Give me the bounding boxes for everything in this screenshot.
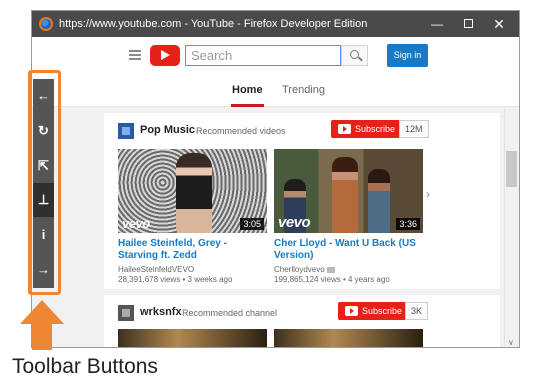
video-thumbnail[interactable]: vevo 3:36 <box>274 149 423 233</box>
shelf-next-icon[interactable]: › <box>426 187 430 201</box>
firefox-icon <box>39 17 53 31</box>
shelf-subtitle: Recommended videos <box>196 126 286 136</box>
video-age: 3 weeks ago <box>187 275 233 284</box>
thumbnail-figure <box>176 153 212 233</box>
channel-avatar[interactable] <box>118 305 134 321</box>
video-title-link[interactable]: Hailee Steinfeld, Grey - Starving ft. Ze… <box>118 238 268 262</box>
browser-window: https://www.youtube.com - YouTube - Fire… <box>31 10 520 348</box>
shelf-wrksnfx: wrksnfx Recommended channel Subscribe 3K <box>104 295 500 347</box>
video-channel-link[interactable]: Cherlloydvevo <box>274 265 335 274</box>
shelf-pop-music: Pop Music Recommended videos Subscribe 1… <box>104 113 500 289</box>
search-button[interactable] <box>341 45 368 66</box>
shelf-channel-name[interactable]: Pop Music <box>140 124 195 136</box>
search-icon <box>350 50 359 59</box>
thumbnail-figure <box>332 157 358 233</box>
video-meta: 28,391,678 views • 3 weeks ago <box>118 275 233 284</box>
video-channel-name: Cherlloydvevo <box>274 265 325 274</box>
callout-caption: Toolbar Buttons <box>12 355 158 378</box>
video-thumbnail[interactable]: vevo 3:05 <box>118 149 267 233</box>
video-duration: 3:05 <box>240 218 264 230</box>
scrollbar-thumb[interactable] <box>506 151 517 187</box>
maximize-icon <box>463 19 473 28</box>
toolbar-highlight <box>28 70 61 295</box>
video-views: 199,865,124 views <box>274 275 341 284</box>
video-thumbnail[interactable] <box>118 329 267 347</box>
minimize-button[interactable]: — <box>426 15 448 33</box>
title-bar: https://www.youtube.com - YouTube - Fire… <box>32 11 519 37</box>
close-button[interactable]: ✕ <box>488 15 510 33</box>
video-title-link[interactable]: Cher Lloyd - Want U Back (US Version) <box>274 238 424 262</box>
search-input[interactable] <box>185 45 341 66</box>
tab-trending[interactable]: Trending <box>282 84 325 96</box>
tab-home[interactable]: Home <box>231 84 264 107</box>
youtube-logo[interactable] <box>150 45 180 66</box>
thumbnail-figure <box>368 169 390 233</box>
video-channel-link[interactable]: HaileeSteinfeldVEVO <box>118 265 194 274</box>
scrollbar-track[interactable] <box>504 107 519 347</box>
video-views: 28,391,678 views <box>118 275 181 284</box>
sign-in-button[interactable]: Sign in <box>387 44 428 67</box>
vevo-logo: vevo <box>278 214 311 231</box>
vevo-logo: vevo <box>122 216 150 231</box>
screenshot-stage: https://www.youtube.com - YouTube - Fire… <box>0 0 533 389</box>
shelf-subtitle: Recommended channel <box>182 308 278 318</box>
shelf-channel-name[interactable]: wrksnfx <box>140 306 182 318</box>
callout-arrow-shaft <box>32 323 52 350</box>
verified-icon <box>326 266 335 273</box>
feed: Pop Music Recommended videos Subscribe 1… <box>32 107 504 347</box>
video-age: 4 years ago <box>347 275 390 284</box>
subscribe-button[interactable]: Subscribe <box>338 302 409 320</box>
scroll-down-icon[interactable]: ∨ <box>508 338 514 347</box>
subscriber-count: 12M <box>399 120 429 138</box>
window-title: https://www.youtube.com - YouTube - Fire… <box>59 18 368 30</box>
video-meta: 199,865,124 views • 4 years ago <box>274 275 390 284</box>
channel-avatar[interactable] <box>118 123 134 139</box>
subscribe-button[interactable]: Subscribe <box>331 120 402 138</box>
subscriber-count: 3K <box>405 302 429 320</box>
tab-bar: Home Trending <box>32 75 519 107</box>
maximize-button[interactable] <box>457 15 479 33</box>
youtube-header: Sign in <box>32 37 519 75</box>
menu-icon[interactable] <box>129 50 141 60</box>
video-thumbnail[interactable] <box>274 329 423 347</box>
video-duration: 3:36 <box>396 218 420 230</box>
callout-arrow-head <box>20 300 64 324</box>
